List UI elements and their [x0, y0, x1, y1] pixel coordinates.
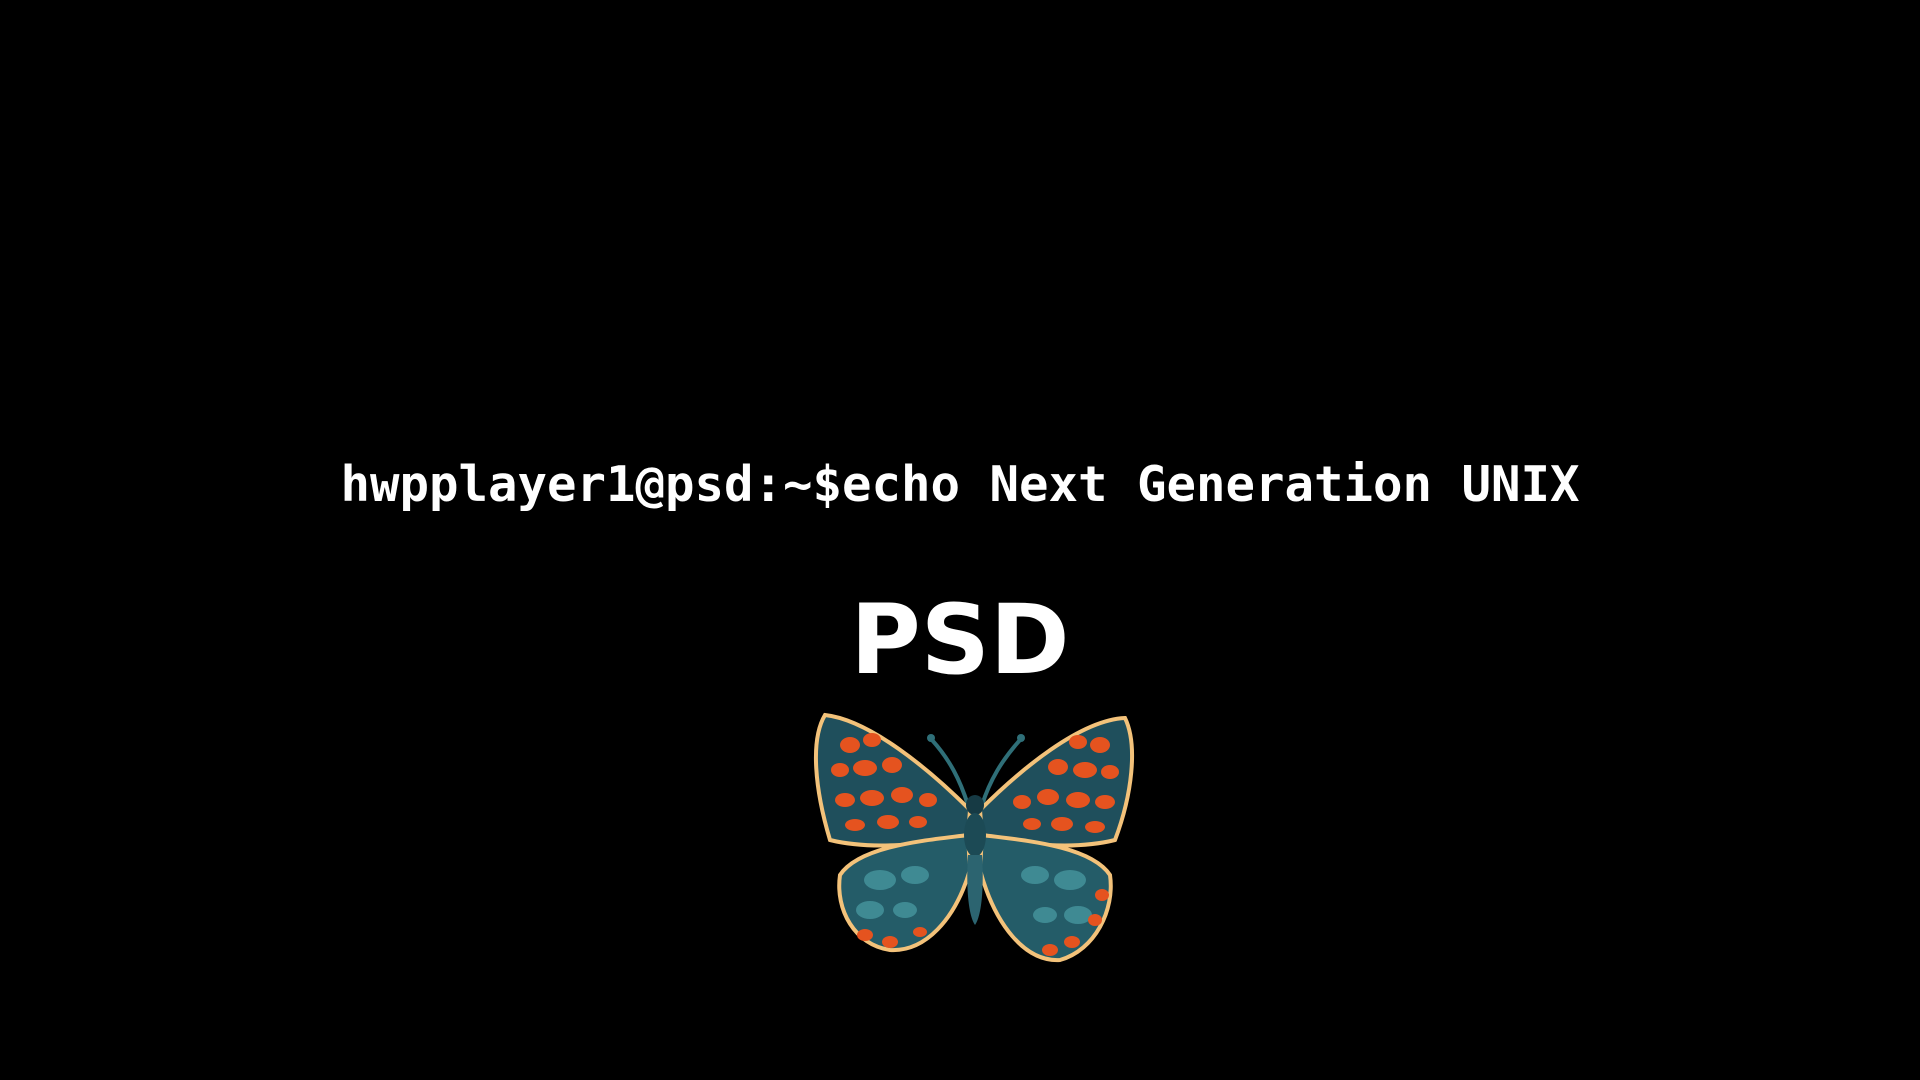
- butterfly-icon: [813, 712, 1134, 963]
- terminal-command-line: hwpplayer1@psd:~$echo Next Generation UN…: [0, 453, 1920, 517]
- terminal-screen: hwpplayer1@psd:~$echo Next Generation UN…: [0, 0, 1920, 1080]
- shell-prompt: hwpplayer1@psd:~$: [340, 456, 842, 513]
- brand-title: PSD: [850, 584, 1070, 696]
- shell-command: echo Next Generation UNIX: [842, 456, 1580, 513]
